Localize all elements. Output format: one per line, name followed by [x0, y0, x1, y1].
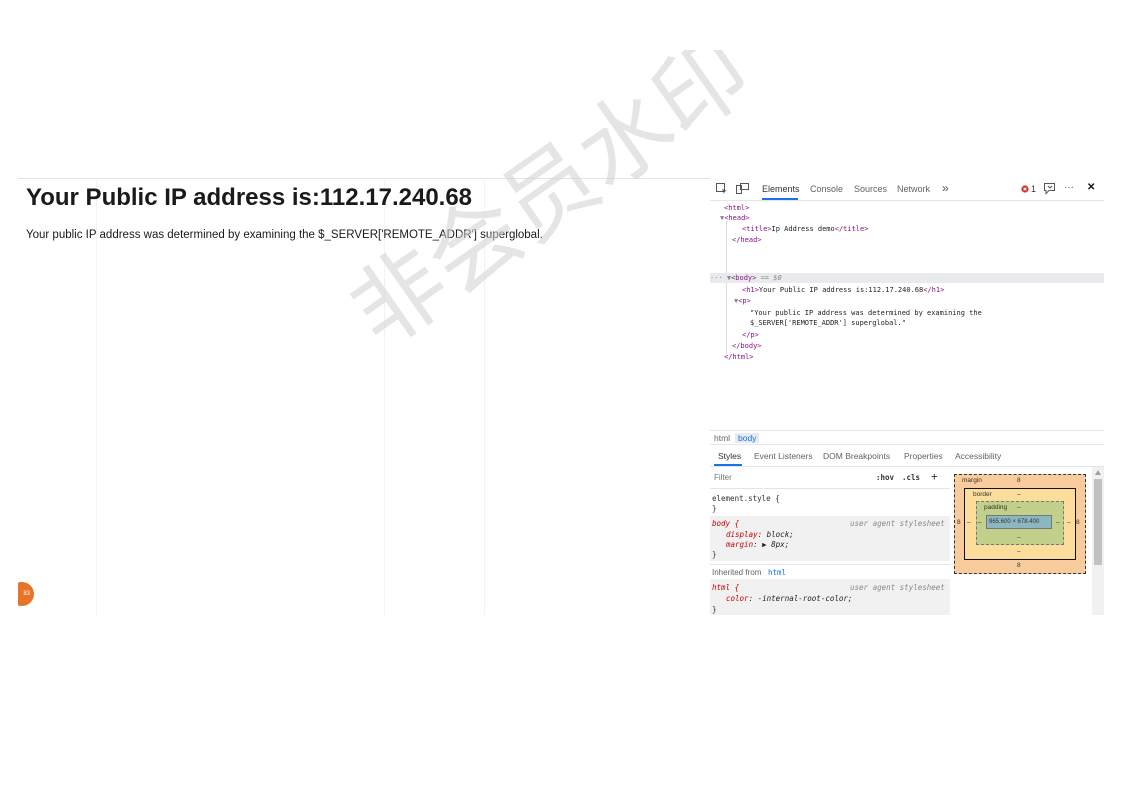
dom-title[interactable]: <title>Ip Address demo</title> — [742, 224, 868, 234]
devtools-toolbar: Elements Console Sources Network » 1 ···… — [710, 178, 1104, 201]
padding-bottom-value: – — [1017, 534, 1021, 541]
dom-p-text-cont[interactable]: $_SERVER['REMOTE_ADDR'] superglobal." — [750, 318, 906, 328]
cls-button[interactable]: .cls — [902, 473, 920, 482]
border-bottom-value: – — [1017, 548, 1021, 555]
html-rule-close: } — [712, 605, 717, 614]
margin-bottom-value: 8 — [1017, 562, 1021, 569]
ua-stylesheet-label: user agent stylesheet — [850, 519, 945, 528]
dom-p-text[interactable]: "Your public IP address was determined b… — [750, 308, 982, 318]
breadcrumb: html body — [710, 430, 1104, 445]
filter-bar: :hov .cls + — [710, 467, 950, 489]
color-declaration[interactable]: color: -internal-root-color; — [726, 594, 852, 603]
ua-stylesheet-label-2: user agent stylesheet — [850, 583, 945, 592]
error-icon[interactable] — [1021, 185, 1029, 193]
dom-head-close[interactable]: </head> — [732, 235, 762, 245]
page-paragraph: Your public IP address was determined by… — [26, 229, 543, 241]
margin-label: margin — [962, 477, 982, 484]
crumb-body[interactable]: body — [735, 433, 760, 443]
html-rule-selector[interactable]: html { — [712, 583, 739, 592]
filter-input[interactable] — [712, 470, 871, 484]
inspect-element-icon[interactable] — [716, 183, 728, 195]
devtools-panel: Elements Console Sources Network » 1 ···… — [710, 178, 1104, 615]
scroll-up-arrow-icon[interactable] — [1095, 470, 1101, 475]
inherited-header: Inherited from html — [710, 564, 950, 579]
padding-top-value: – — [1017, 504, 1021, 511]
subtab-styles[interactable]: Styles — [718, 451, 741, 461]
tree-guide — [726, 283, 727, 355]
active-subtab-indicator — [714, 464, 742, 466]
feedback-icon[interactable] — [1043, 182, 1056, 195]
subtab-properties[interactable]: Properties — [904, 451, 943, 461]
dom-html-close[interactable]: </html> — [724, 352, 754, 362]
web-page: Your Public IP address is:112.17.240.68 … — [18, 178, 708, 615]
tab-console[interactable]: Console — [810, 184, 843, 194]
border-left-value: – — [967, 519, 971, 526]
display-declaration[interactable]: display: block; — [726, 530, 794, 539]
hov-button[interactable]: :hov — [876, 473, 894, 482]
subtab-accessibility[interactable]: Accessibility — [955, 451, 1001, 461]
dom-p-open[interactable]: ▼<p> — [734, 296, 751, 306]
border-top-value: – — [1017, 491, 1021, 498]
page-heading: Your Public IP address is:112.17.240.68 — [26, 184, 473, 211]
styles-pane: :hov .cls + element.style { } body { use… — [710, 467, 950, 615]
notification-badge[interactable]: 83 — [18, 582, 34, 606]
styles-subtabs: Styles Event Listeners DOM Breakpoints P… — [710, 446, 1104, 467]
scroll-thumb[interactable] — [1094, 479, 1102, 565]
inherited-html-link[interactable]: html — [768, 568, 786, 577]
padding-label: padding — [984, 504, 1008, 511]
margin-right-value: 8 — [1076, 519, 1080, 526]
margin-top-value: 8 — [1017, 477, 1021, 484]
dom-html-open[interactable]: <html> — [724, 203, 749, 213]
margin-left-value: 8 — [957, 519, 961, 526]
error-count[interactable]: 1 — [1031, 184, 1036, 194]
body-rule-selector[interactable]: body { — [712, 519, 739, 528]
close-devtools-button[interactable]: ✕ — [1087, 182, 1095, 193]
tab-network[interactable]: Network — [897, 184, 930, 194]
crumb-html[interactable]: html — [714, 433, 730, 443]
new-rule-button[interactable]: + — [931, 470, 938, 483]
element-style-selector[interactable]: element.style { — [712, 494, 780, 503]
box-model: margin 8 border – padding – 965.600 × 67… — [954, 474, 1086, 574]
content-size: 965.600 × 678.400 — [989, 519, 1040, 525]
more-tabs-button[interactable]: » — [942, 181, 949, 195]
border-right-value: – — [1067, 519, 1071, 526]
dom-head-open[interactable]: ▼<head> — [720, 213, 750, 223]
tree-guide — [726, 221, 727, 273]
tab-elements[interactable]: Elements — [762, 184, 800, 194]
dom-p-close[interactable]: </p> — [742, 330, 759, 340]
dom-body-open[interactable]: ··· ▼<body> == $0 — [710, 273, 782, 283]
tab-sources[interactable]: Sources — [854, 184, 887, 194]
device-toolbar-icon[interactable] — [736, 183, 749, 195]
inherited-label: Inherited from — [712, 568, 762, 577]
padding-right-value: – — [1056, 519, 1060, 526]
dom-tree: <html> ▼<head> <title>Ip Address demo</t… — [710, 201, 1104, 431]
body-rule-close: } — [712, 550, 717, 559]
styles-scrollbar[interactable] — [1092, 467, 1104, 615]
border-label: border — [973, 491, 992, 498]
subtab-dom-breakpoints[interactable]: DOM Breakpoints — [823, 451, 890, 461]
active-tab-indicator — [762, 198, 798, 200]
screenshot: Your Public IP address is:112.17.240.68 … — [18, 178, 1104, 615]
dom-h1[interactable]: <h1>Your Public IP address is:112.17.240… — [742, 285, 944, 295]
padding-left-value: – — [978, 519, 982, 526]
more-menu-button[interactable]: ··· — [1064, 182, 1074, 193]
subtab-event-listeners[interactable]: Event Listeners — [754, 451, 813, 461]
dom-body-close[interactable]: </body> — [732, 341, 762, 351]
margin-declaration[interactable]: margin: ▶ 8px; — [726, 540, 789, 549]
element-style-close: } — [712, 504, 717, 513]
